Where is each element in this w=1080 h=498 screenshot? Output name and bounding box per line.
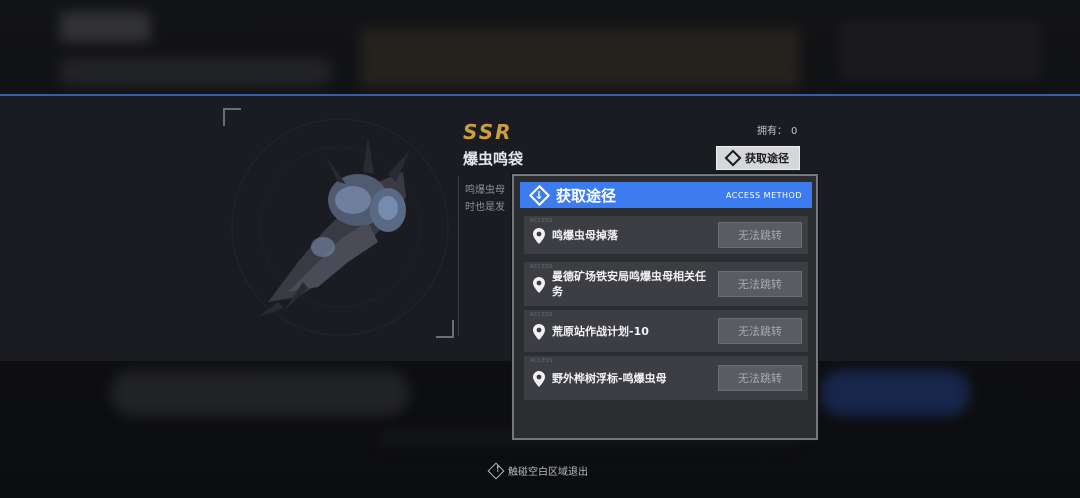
row-tag: ACCESS <box>530 218 553 224</box>
access-row-label: 曼德矿场铁安局鸣爆虫母相关任务 <box>552 270 706 298</box>
jump-button[interactable]: 无法跳转 <box>718 222 802 248</box>
item-name: 爆虫鸣袋 <box>463 150 524 168</box>
access-row: ACCESS 野外桦树浮标-鸣爆虫母 无法跳转 <box>524 356 808 400</box>
location-pin-icon <box>533 277 545 293</box>
jump-button[interactable]: 无法跳转 <box>718 271 802 297</box>
rarity-badge: SSR <box>463 120 513 144</box>
access-row: ACCESS 荒原站作战计划-10 无法跳转 <box>524 310 808 352</box>
background-shape <box>840 20 1040 80</box>
jump-button[interactable]: 无法跳转 <box>718 318 802 344</box>
owned-label: 拥有： <box>757 126 787 137</box>
jump-button[interactable]: 无法跳转 <box>718 365 802 391</box>
screen[interactable]: SSR 爆虫鸣袋 鸣爆虫母 时也是发 拥有： 0 获取途径 ↓ 获取途径 ACCE… <box>0 0 1080 498</box>
acquire-method-button[interactable]: 获取途径 <box>716 146 800 170</box>
background-button-shape <box>110 370 410 416</box>
row-tag: ACCESS <box>530 358 553 364</box>
diamond-arrow-icon <box>724 149 742 167</box>
background-shape <box>60 58 330 86</box>
acquire-method-button-label: 获取途径 <box>745 152 789 165</box>
owned-value: 0 <box>791 126 798 137</box>
background-shape <box>360 28 800 88</box>
exit-hint: ! 触碰空白区域退出 <box>487 462 588 479</box>
exit-hint-text: 触碰空白区域退出 <box>508 467 588 478</box>
popup-header: ↓ 获取途径 ACCESS METHOD <box>520 182 812 208</box>
owned-count: 拥有： 0 <box>757 122 797 137</box>
popup-title: 获取途径 <box>556 186 617 205</box>
access-method-popup: ↓ 获取途径 ACCESS METHOD ACCESS 鸣爆虫母掉落 无法跳转 … <box>512 174 818 440</box>
location-pin-icon <box>533 324 545 340</box>
item-description: 鸣爆虫母 时也是发 <box>465 185 505 213</box>
location-pin-icon <box>533 371 545 387</box>
bug-sac-art-icon <box>231 118 449 336</box>
row-tag: ACCESS <box>530 264 553 270</box>
background-shape <box>60 12 150 42</box>
access-row-label: 鸣爆虫母掉落 <box>552 229 618 242</box>
access-row-label: 荒原站作战计划-10 <box>552 325 649 338</box>
exclamation-diamond-icon: ! <box>487 462 505 479</box>
diamond-arrow-icon: ↓ <box>528 184 550 206</box>
popup-subtitle: ACCESS METHOD <box>725 190 802 200</box>
location-pin-icon <box>533 228 545 244</box>
background-button-shape <box>820 370 970 416</box>
access-row: ACCESS 鸣爆虫母掉落 无法跳转 <box>524 216 808 254</box>
access-row-label: 野外桦树浮标-鸣爆虫母 <box>552 372 667 385</box>
row-tag: ACCESS <box>530 312 553 318</box>
access-row: ACCESS 曼德矿场铁安局鸣爆虫母相关任务 无法跳转 <box>524 262 808 306</box>
